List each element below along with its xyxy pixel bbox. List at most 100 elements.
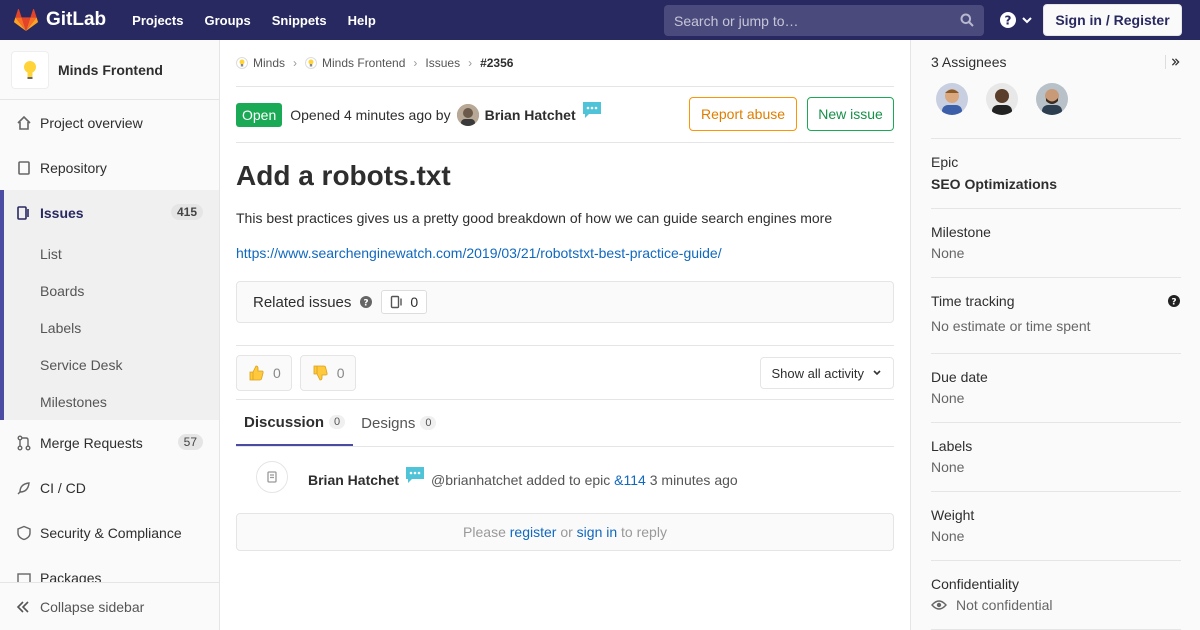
weight-block[interactable]: Weight None xyxy=(931,492,1181,561)
sidebar-sub-service-desk[interactable]: Service Desk xyxy=(4,346,219,383)
gitlab-logo[interactable]: GitLab xyxy=(14,9,106,31)
assignee-avatar[interactable] xyxy=(1035,83,1068,115)
merge-requests-count-badge: 57 xyxy=(177,434,203,450)
project-sidebar: Minds Frontend Project overview Reposito… xyxy=(0,40,220,630)
show-activity-dropdown[interactable]: Show all activity xyxy=(759,357,894,389)
issue-tabs: Discussion 0 Designs 0 xyxy=(236,399,894,447)
merge-icon xyxy=(16,435,32,451)
activity-label: Show all activity xyxy=(771,365,864,381)
reply-text: Please xyxy=(463,524,506,540)
breadcrumb-minds-frontend[interactable]: Minds Frontend xyxy=(305,56,405,70)
issue-description: This best practices gives us a pretty go… xyxy=(236,210,833,226)
report-abuse-button[interactable]: Report abuse xyxy=(689,97,797,131)
labels-value: None xyxy=(931,459,965,475)
sidebar-issues-section: Issues 415 List Boards Labels Service De… xyxy=(0,190,219,420)
opened-text: Opened 4 minutes ago by xyxy=(290,106,451,123)
sidebar-sub-boards[interactable]: Boards xyxy=(4,272,219,309)
sidebar-item-merge-requests[interactable]: Merge Requests 57 xyxy=(0,420,219,465)
issues-icon xyxy=(16,205,32,221)
epic-label: Epic xyxy=(931,154,959,170)
sidebar-item-label: Security & Compliance xyxy=(40,524,182,541)
sidebar-item-project-overview[interactable]: Project overview xyxy=(0,100,219,145)
breadcrumb-issues[interactable]: Issues xyxy=(425,56,460,70)
breadcrumb-minds[interactable]: Minds xyxy=(236,56,285,70)
confidentiality-value: Not confidential xyxy=(956,597,1053,613)
svg-text:?: ? xyxy=(1005,14,1012,28)
svg-text:?: ? xyxy=(1171,298,1176,308)
brand-name: GitLab xyxy=(46,9,107,30)
sidebar-sub-list[interactable]: List xyxy=(4,235,219,272)
sidebar-item-security[interactable]: Security & Compliance xyxy=(0,510,219,555)
time-tracking-block[interactable]: Time tracking ? No estimate or time spen… xyxy=(931,278,1181,354)
epic-value: SEO Optimizations xyxy=(931,176,1058,192)
sidebar-sub-milestones[interactable]: Milestones xyxy=(4,383,219,420)
milestone-block[interactable]: Milestone None xyxy=(931,209,1181,278)
status-badge: Open xyxy=(236,102,283,127)
help-dropdown[interactable]: ? xyxy=(999,11,1033,29)
sidebar-item-issues[interactable]: Issues 415 xyxy=(4,190,219,235)
collapse-sidebar-button[interactable]: Collapse sidebar xyxy=(0,582,219,630)
sidebar-sub-labels[interactable]: Labels xyxy=(4,309,219,346)
project-name: Minds Frontend xyxy=(58,61,163,78)
home-icon xyxy=(16,115,32,131)
search-input[interactable]: Search or jump to… xyxy=(664,5,984,36)
project-avatar xyxy=(11,50,49,89)
sidebar-item-label: Repository xyxy=(40,159,107,176)
chevron-right-icon: › xyxy=(293,56,298,70)
gitlab-tanuki-icon xyxy=(14,9,38,31)
system-note: Brian Hatchet @brianhatchet added to epi… xyxy=(236,447,894,513)
tab-label: Discussion xyxy=(244,413,325,431)
reply-text: to reply xyxy=(621,524,667,540)
search-placeholder: Search or jump to… xyxy=(674,12,799,29)
author-name[interactable]: Brian Hatchet xyxy=(485,107,576,123)
sidebar-item-label: Merge Requests xyxy=(40,434,143,451)
new-issue-button[interactable]: New issue xyxy=(807,97,894,131)
project-header[interactable]: Minds Frontend xyxy=(0,40,219,100)
thumbs-down-button[interactable]: 0 xyxy=(299,354,356,391)
nav-projects[interactable]: Projects xyxy=(132,13,183,28)
epic-reference-link[interactable]: &114 xyxy=(614,472,646,488)
nav-help[interactable]: Help xyxy=(348,13,376,28)
signin-button[interactable]: Sign in / Register xyxy=(1043,4,1182,36)
double-chevron-left-icon xyxy=(16,600,29,613)
nav-groups[interactable]: Groups xyxy=(204,13,250,28)
top-navbar: GitLab Projects Groups Snippets Help Sea… xyxy=(0,0,1200,40)
note-author[interactable]: Brian Hatchet xyxy=(308,472,399,488)
collapse-right-sidebar-icon[interactable] xyxy=(1165,55,1181,69)
assignee-avatar[interactable] xyxy=(985,83,1018,115)
note-action: added to epic xyxy=(526,472,611,488)
due-date-block[interactable]: Due date None xyxy=(931,354,1181,423)
tab-discussion[interactable]: Discussion 0 xyxy=(236,400,354,446)
search-icon xyxy=(960,13,974,27)
confidentiality-value-row: Not confidential xyxy=(931,597,1181,613)
related-issues-panel: Related issues ? 0 xyxy=(236,281,894,323)
awards-bar: 0 0 Show all activity xyxy=(236,345,894,399)
note-handle: @brianhatchet xyxy=(431,472,523,488)
sidebar-item-repository[interactable]: Repository xyxy=(0,145,219,190)
question-circle-icon[interactable]: ? xyxy=(1167,294,1181,308)
assignees-label: 3 Assignees xyxy=(931,54,1007,70)
question-circle-icon[interactable]: ? xyxy=(359,295,373,309)
nav-snippets[interactable]: Snippets xyxy=(272,13,327,28)
confidentiality-label: Confidentiality xyxy=(931,576,1019,592)
shield-icon xyxy=(16,525,32,541)
author-avatar[interactable] xyxy=(456,103,479,126)
note-time: 3 minutes ago xyxy=(649,472,738,488)
tab-designs[interactable]: Designs 0 xyxy=(353,400,444,446)
register-link[interactable]: register xyxy=(510,524,557,540)
related-issues-count[interactable]: 0 xyxy=(381,290,428,314)
thumbs-down-count: 0 xyxy=(336,364,345,381)
assignee-avatar[interactable] xyxy=(936,83,968,115)
collapse-sidebar-label: Collapse sidebar xyxy=(40,598,145,615)
thumbs-up-count: 0 xyxy=(273,364,281,381)
sidebar-item-ci-cd[interactable]: CI / CD xyxy=(0,465,219,510)
sign-in-link[interactable]: sign in xyxy=(577,524,617,540)
assignees-block: 3 Assignees xyxy=(931,40,1181,139)
issue-link[interactable]: https://www.searchenginewatch.com/2019/0… xyxy=(236,245,894,261)
tab-label: Designs xyxy=(361,414,416,432)
labels-block[interactable]: Labels None xyxy=(931,423,1181,492)
thumbs-up-button[interactable]: 0 xyxy=(236,354,292,391)
epic-block[interactable]: Epic SEO Optimizations xyxy=(931,139,1181,209)
confidentiality-block[interactable]: Confidentiality Not confidential xyxy=(931,561,1181,630)
breadcrumb-issue-id[interactable]: #2356 xyxy=(480,56,513,70)
